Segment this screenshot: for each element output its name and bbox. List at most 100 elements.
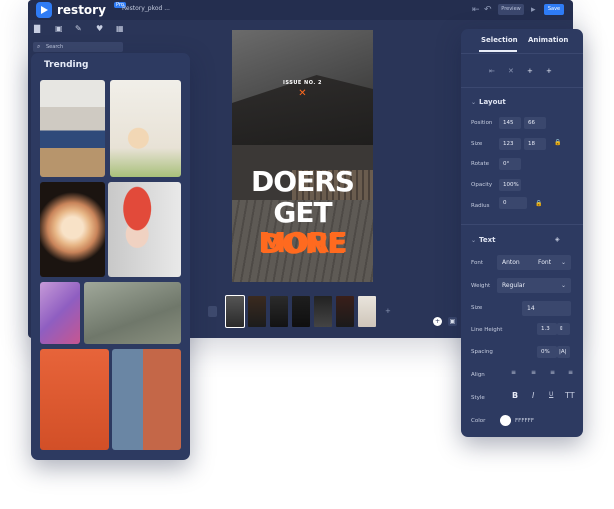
bold-icon[interactable]: B [512,391,518,400]
text-align-right-icon[interactable]: ≡ [550,369,555,376]
text-section-header[interactable]: ⌄ Text [471,236,496,244]
trending-photo-interior[interactable] [84,282,181,344]
size-h-field[interactable]: 18 [524,138,546,150]
chevron-down-icon: ⌄ [471,99,477,106]
line-height-field[interactable]: 1.3 [537,323,557,335]
tab-animation[interactable]: Animation [528,36,568,44]
properties-panel: Selection Animation ⇤ ✕ + + ⌄ Layout Posi… [461,29,583,437]
issue-label[interactable]: ISSUE NO. 2 [232,80,373,86]
grid-icon[interactable]: ▦ [116,24,124,33]
top-bar: restory Pro Restory_pkod ... ⇤ ↶ Preview… [28,0,573,20]
trending-photo-street[interactable] [112,349,181,450]
search-icon: ⌕ [37,43,41,50]
opacity-field[interactable]: 100% [499,179,521,191]
left-toolbar: ▇ ▣ ✎ ♥ ▦ [28,20,128,38]
text-align-center-icon[interactable]: ≡ [531,369,536,376]
preview-button[interactable]: Preview [498,4,524,15]
rotate-field[interactable]: 0° [499,158,521,170]
page-thumb[interactable] [314,296,332,327]
distribute-icon[interactable]: + [527,67,533,75]
divider [461,224,583,225]
lock-icon[interactable]: 🔒 [554,139,561,146]
rotate-label: Rotate [471,161,490,167]
size-label: Size [471,141,483,147]
fit-width-icon[interactable]: ⇤ [472,4,480,16]
style-label: Style [471,395,485,401]
edit-icon[interactable]: ✎ [75,24,82,33]
weight-value: Regular [502,282,526,289]
align-label: Align [471,372,485,378]
play-icon[interactable]: ▸ [531,4,536,16]
add-page-icon[interactable]: + [385,307,391,315]
radius-label: Radius [471,203,490,209]
undo-icon[interactable]: ↶ [484,4,492,16]
story-canvas[interactable]: ISSUE NO. 2 ✕ DOERS GET MORE DONE [232,30,373,282]
add-icon[interactable]: + [546,67,552,75]
save-button[interactable]: Save [544,4,564,15]
size-label-text: Size [471,305,483,311]
fill-icon[interactable]: ◈ [555,236,560,243]
opacity-label: Opacity [471,182,493,188]
uppercase-icon[interactable]: TT [565,391,575,400]
position-y-field[interactable]: 66 [524,117,546,129]
weight-select[interactable]: Regular ⌄ [497,278,571,293]
page-thumb[interactable] [358,296,376,327]
tab-selection[interactable]: Selection [481,36,518,44]
chevron-down-icon: ⌄ [560,259,566,266]
spacing-label: Spacing [471,349,493,355]
font-select[interactable]: Anton Font ⌄ [497,255,571,270]
headline-get: GET [273,196,332,229]
headline-line-3[interactable]: DONE [232,229,373,259]
color-label: Color [471,418,486,424]
trending-panel: Trending [31,53,190,460]
logo-icon [36,2,52,18]
tab-selection-indicator [479,50,517,52]
trending-photo-workspace[interactable] [40,80,105,177]
underline-icon[interactable]: U [549,391,553,398]
spacing-icon[interactable]: |A| [557,346,570,358]
line-height-icon[interactable]: ⇕ [557,323,570,335]
position-x-field[interactable]: 145 [499,117,521,129]
color-swatch[interactable] [500,415,511,426]
size-w-field[interactable]: 123 [499,138,521,150]
file-name[interactable]: Restory_pkod ... [122,5,170,12]
search-input[interactable]: Search ⌕ [33,42,123,52]
page-thumb[interactable] [336,296,354,327]
trending-photo-gradient[interactable] [40,282,80,344]
spacing-field[interactable]: 0% [537,346,557,358]
trending-photo-branch[interactable] [40,349,109,450]
align-center-icon[interactable]: ✕ [508,67,514,75]
headline-line-1[interactable]: DOERS [232,167,373,197]
page-thumb[interactable] [270,296,288,327]
italic-icon[interactable]: I [532,391,534,400]
page-thumb[interactable] [248,296,266,327]
text-align-justify-icon[interactable]: ≡ [568,369,573,376]
heart-icon[interactable]: ♥ [96,24,103,33]
properties-tabs: Selection Animation [461,29,583,54]
font-value: Anton [502,259,520,266]
trending-photo-portrait[interactable] [108,182,181,277]
text-align-left-icon[interactable]: ≡ [511,369,516,376]
brand-name: restory [57,3,106,17]
line-height-label: Line Height [471,327,503,333]
chevron-down-icon: ⌄ [471,237,477,244]
radius-field[interactable]: 0 [499,197,527,209]
weight-label: Weight [471,283,491,289]
zoom-icon[interactable]: + [433,317,442,326]
folder-icon[interactable]: ▇ [34,24,40,33]
trending-photo-bottle[interactable] [110,80,181,177]
page-thumb[interactable] [292,296,310,327]
font-size-field[interactable]: 14 [522,301,571,316]
image-icon[interactable]: ▣ [55,24,63,33]
link-icon[interactable]: 🔒 [535,200,542,207]
trending-title: Trending [44,60,89,70]
trending-photo-flower[interactable] [40,182,105,277]
font-button: Font [538,259,552,266]
position-label: Position [471,120,493,126]
pages-icon[interactable]: ▣ [448,317,457,326]
layout-section-header[interactable]: ⌄ Layout [471,98,506,106]
color-hex[interactable]: FFFFFF [515,418,534,424]
page-thumb[interactable] [225,295,245,328]
align-left-icon[interactable]: ⇤ [489,67,495,75]
text-title: Text [479,236,496,244]
